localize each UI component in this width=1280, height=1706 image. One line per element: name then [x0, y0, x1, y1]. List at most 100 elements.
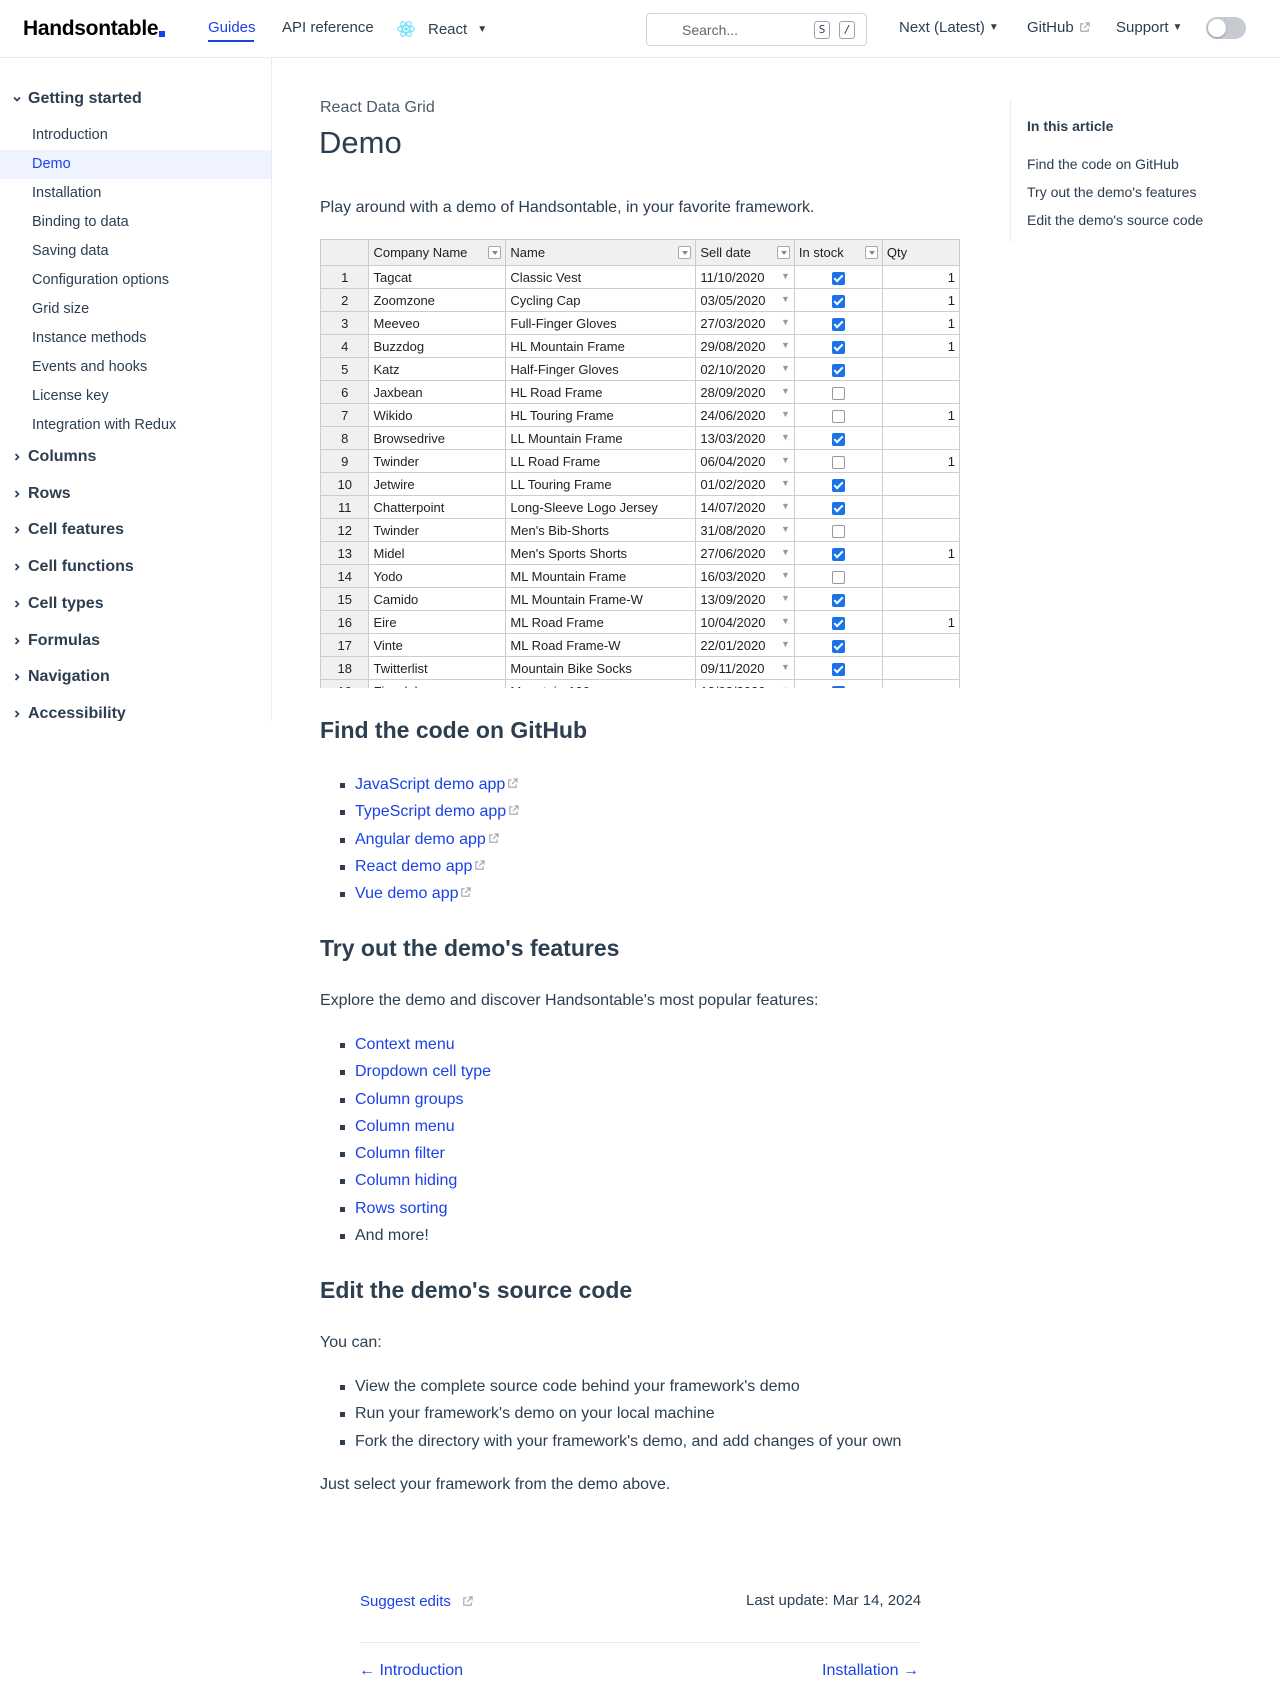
- row-header[interactable]: 7: [320, 403, 370, 427]
- checkbox[interactable]: [831, 363, 845, 377]
- cell-sell-date[interactable]: 29/08/2020 ▼: [695, 334, 795, 358]
- cell-qty[interactable]: 1: [881, 288, 960, 312]
- cell-name[interactable]: Mountain-100: [505, 679, 697, 688]
- cell-name[interactable]: Long-Sleeve Logo Jersey: [505, 495, 697, 519]
- cell-qty[interactable]: [881, 357, 960, 381]
- sidebar-group-accessibility[interactable]: Accessibility: [12, 705, 126, 721]
- toc-item[interactable]: Edit the demo's source code: [1027, 212, 1203, 228]
- nav-guides-link[interactable]: Guides: [208, 19, 256, 36]
- suggest-edits-link[interactable]: Suggest edits: [360, 1593, 473, 1610]
- dropdown-arrow-icon[interactable]: ▼: [781, 570, 790, 580]
- cell-company[interactable]: Chatterpoint: [368, 495, 507, 519]
- search-input[interactable]: Search... S /: [646, 13, 867, 46]
- checkbox[interactable]: [831, 547, 845, 561]
- next-page-link[interactable]: Installation →: [822, 1662, 919, 1680]
- link-column-groups[interactable]: Column groups: [355, 1091, 464, 1108]
- row-header[interactable]: 4: [320, 334, 370, 358]
- framework-dropdown[interactable]: React ▼: [396, 19, 487, 39]
- row-header[interactable]: 16: [320, 610, 370, 634]
- cell-qty[interactable]: 1: [881, 403, 960, 427]
- cell-sell-date[interactable]: 10/04/2020 ▼: [695, 610, 795, 634]
- row-header[interactable]: 8: [320, 426, 370, 450]
- checkbox[interactable]: [831, 478, 845, 492]
- cell-name[interactable]: ML Mountain Frame: [505, 564, 697, 588]
- column-header[interactable]: Sell date: [695, 239, 795, 266]
- sidebar-item-binding-to-data[interactable]: Binding to data: [0, 208, 271, 237]
- row-header[interactable]: 12: [320, 518, 370, 542]
- dropdown-arrow-icon[interactable]: ▼: [781, 593, 790, 603]
- cell-in-stock[interactable]: [793, 357, 883, 381]
- dropdown-arrow-icon[interactable]: ▼: [781, 501, 790, 511]
- cell-in-stock[interactable]: [793, 541, 883, 565]
- cell-qty[interactable]: [881, 633, 960, 657]
- cell-sell-date[interactable]: 16/03/2020 ▼: [695, 564, 795, 588]
- cell-in-stock[interactable]: [793, 426, 883, 450]
- cell-qty[interactable]: 1: [881, 610, 960, 634]
- checkbox[interactable]: [831, 409, 845, 423]
- checkbox[interactable]: [831, 593, 845, 607]
- cell-company[interactable]: Twinder: [368, 449, 507, 473]
- support-dropdown[interactable]: Support ▼: [1116, 19, 1182, 36]
- checkbox[interactable]: [831, 432, 845, 446]
- dropdown-arrow-icon[interactable]: ▼: [781, 317, 790, 327]
- cell-qty[interactable]: 1: [881, 265, 960, 289]
- checkbox[interactable]: [831, 501, 845, 515]
- cell-in-stock[interactable]: [793, 311, 883, 335]
- dropdown-arrow-icon[interactable]: ▼: [781, 271, 790, 281]
- cell-sell-date[interactable]: 14/07/2020 ▼: [695, 495, 795, 519]
- row-header[interactable]: 1: [320, 265, 370, 289]
- link-typescript-demo-app[interactable]: TypeScript demo app: [355, 803, 506, 820]
- row-header[interactable]: 18: [320, 656, 370, 680]
- sidebar-group-navigation[interactable]: Navigation: [12, 668, 110, 686]
- cell-sell-date[interactable]: 24/06/2020 ▼: [695, 403, 795, 427]
- dropdown-arrow-icon[interactable]: ▼: [781, 685, 790, 689]
- cell-in-stock[interactable]: [793, 633, 883, 657]
- sidebar-item-introduction[interactable]: Introduction: [0, 121, 271, 150]
- sidebar-item-instance-methods[interactable]: Instance methods: [0, 324, 271, 353]
- cell-sell-date[interactable]: 11/10/2020 ▼: [695, 265, 795, 289]
- sidebar-group-cell-features[interactable]: Cell features: [12, 521, 124, 539]
- sidebar-item-saving-data[interactable]: Saving data: [0, 237, 271, 266]
- sidebar-item-license-key[interactable]: License key: [0, 382, 271, 411]
- cell-in-stock[interactable]: [793, 495, 883, 519]
- cell-company[interactable]: Yodo: [368, 564, 507, 588]
- cell-company[interactable]: Tagcat: [368, 265, 507, 289]
- row-header[interactable]: 9: [320, 449, 370, 473]
- cell-company[interactable]: Jaxbean: [368, 380, 507, 404]
- dropdown-arrow-icon[interactable]: ▼: [781, 363, 790, 373]
- link-dropdown-cell-type[interactable]: Dropdown cell type: [355, 1063, 491, 1080]
- grid-corner[interactable]: [320, 239, 370, 266]
- sidebar-item-demo[interactable]: Demo: [0, 150, 271, 179]
- dropdown-arrow-icon[interactable]: ▼: [781, 386, 790, 396]
- cell-in-stock[interactable]: [793, 380, 883, 404]
- cell-sell-date[interactable]: 27/03/2020 ▼: [695, 311, 795, 335]
- cell-qty[interactable]: [881, 380, 960, 404]
- cell-company[interactable]: Eire: [368, 610, 507, 634]
- link-column-filter[interactable]: Column filter: [355, 1145, 445, 1162]
- column-header[interactable]: In stock: [793, 239, 883, 266]
- cell-in-stock[interactable]: [793, 564, 883, 588]
- cell-sell-date[interactable]: 03/05/2020 ▼: [695, 288, 795, 312]
- dropdown-arrow-icon[interactable]: ▼: [781, 662, 790, 672]
- cell-company[interactable]: Fiveclub: [368, 679, 507, 688]
- row-header[interactable]: 11: [320, 495, 370, 519]
- cell-in-stock[interactable]: [793, 679, 883, 688]
- column-menu-button[interactable]: [864, 246, 878, 259]
- cell-name[interactable]: ML Mountain Frame-W: [505, 587, 697, 611]
- cell-in-stock[interactable]: [793, 472, 883, 496]
- cell-company[interactable]: Meeveo: [368, 311, 507, 335]
- checkbox[interactable]: [831, 294, 845, 308]
- column-menu-button[interactable]: [678, 246, 692, 259]
- column-header[interactable]: Company Name: [368, 239, 507, 266]
- cell-company[interactable]: Katz: [368, 357, 507, 381]
- cell-company[interactable]: Twinder: [368, 518, 507, 542]
- cell-in-stock[interactable]: [793, 265, 883, 289]
- link-angular-demo-app[interactable]: Angular demo app: [355, 831, 486, 848]
- cell-company[interactable]: Jetwire: [368, 472, 507, 496]
- cell-company[interactable]: Midel: [368, 541, 507, 565]
- cell-name[interactable]: LL Touring Frame: [505, 472, 697, 496]
- cell-sell-date[interactable]: 12/08/2020 ▼: [695, 679, 795, 689]
- toc-item[interactable]: Try out the demo's features: [1027, 184, 1196, 200]
- data-grid[interactable]: Company Name Name Sell date In stock Qty…: [320, 239, 960, 688]
- row-header[interactable]: 17: [320, 633, 370, 657]
